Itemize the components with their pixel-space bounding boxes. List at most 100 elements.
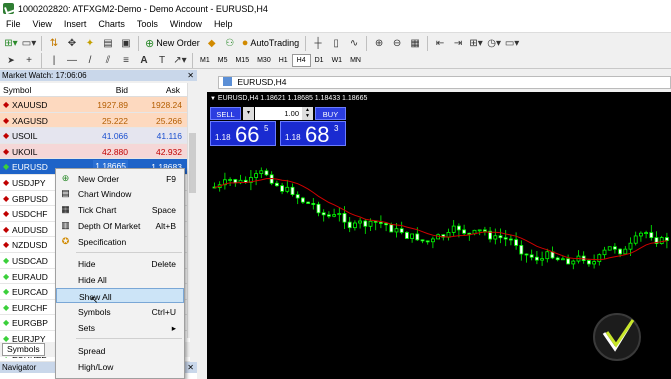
candle-body xyxy=(311,203,316,205)
column-bid[interactable]: Bid xyxy=(116,85,128,95)
menu-item-tick-chart[interactable]: ▦ Tick Chart Space xyxy=(56,202,184,217)
candle-body xyxy=(612,246,617,250)
timeframe-h4[interactable]: H4 xyxy=(291,54,311,67)
line-chart-icon[interactable]: ∿ xyxy=(346,35,362,52)
auto-scroll-icon[interactable]: ⇥ xyxy=(450,35,466,52)
candle-body xyxy=(566,258,571,265)
candlestick-icon[interactable]: ▯ xyxy=(328,35,344,52)
menu-item-chart-window[interactable]: ▤ Chart Window xyxy=(56,186,184,201)
menu-item-hide-all[interactable]: Hide All xyxy=(56,272,184,287)
trendline-icon[interactable]: / xyxy=(82,52,98,69)
tile-windows-icon[interactable]: ▦ xyxy=(407,35,423,52)
vertical-line-icon[interactable]: | xyxy=(46,52,62,69)
symbol-row-ukoil[interactable]: ◆ UKOIL 42.880 42.932 xyxy=(0,143,190,160)
menu-insert[interactable]: Insert xyxy=(58,17,93,32)
menu-item-depth-of-market[interactable]: ▥ Depth Of Market Alt+B xyxy=(56,218,184,233)
candle-body xyxy=(280,185,284,192)
checkmark-logo-icon xyxy=(593,313,641,361)
timeframe-m15[interactable]: M15 xyxy=(231,54,253,67)
menu-view[interactable]: View xyxy=(27,17,58,32)
new-order-button[interactable]: ⊕ New Order xyxy=(142,35,203,52)
volume-input[interactable]: 1.00 xyxy=(255,107,302,120)
profiles-icon[interactable]: ▭▾ xyxy=(21,35,37,52)
expert-advisors-icon[interactable]: ⚇ xyxy=(222,35,238,52)
candle-body xyxy=(368,220,373,227)
volume-dropdown-icon[interactable]: ▾ xyxy=(243,107,254,120)
market-watch-scrollbar[interactable] xyxy=(187,83,197,338)
down-triangle-icon: ◆ xyxy=(3,115,10,125)
candle-body xyxy=(659,237,664,244)
metaeditor-icon[interactable]: ◆ xyxy=(204,35,220,52)
fibonacci-icon[interactable]: ≡ xyxy=(118,52,134,69)
cursor-icon[interactable]: ➤ xyxy=(3,52,19,69)
menu-item-high-low[interactable]: High/Low xyxy=(56,359,184,374)
candle-body xyxy=(321,212,326,216)
bar-chart-icon[interactable]: ┼ xyxy=(310,35,326,52)
menu-item-spread[interactable]: Spread xyxy=(56,343,184,358)
new-chart-icon[interactable]: ⊞▾ xyxy=(3,35,19,52)
menu-item-hide[interactable]: Hide Delete xyxy=(56,256,184,271)
timeframe-m30[interactable]: M30 xyxy=(253,54,275,67)
timeframe-h1[interactable]: H1 xyxy=(275,54,292,67)
arrows-tool-icon[interactable]: ↗▾ xyxy=(172,52,188,69)
periods-icon[interactable]: ◷▾ xyxy=(486,35,502,52)
symbol-row-xagusd[interactable]: ◆ XAGUSD 25.222 25.266 xyxy=(0,112,190,129)
autotrading-label: AutoTrading xyxy=(250,38,300,48)
symbol-row-usoil[interactable]: ◆ USOIL 41.066 41.116 xyxy=(0,128,190,144)
menu-window[interactable]: Window xyxy=(164,17,208,32)
timeframe-m1[interactable]: M1 xyxy=(196,54,214,67)
sell-price-box[interactable]: 1.18 66 5 xyxy=(210,121,276,147)
menu-file[interactable]: File xyxy=(0,17,27,32)
volume-spinner-icon[interactable]: ▲ ▼ xyxy=(302,107,313,120)
autotrading-button[interactable]: ● AutoTrading xyxy=(239,35,302,52)
channel-icon[interactable]: ⫽ xyxy=(100,52,116,69)
label-tool-icon[interactable]: T xyxy=(154,52,170,69)
menu-charts[interactable]: Charts xyxy=(92,17,131,32)
chart-info-triangle-icon: ▼ xyxy=(210,96,216,102)
crosshair-icon[interactable]: + xyxy=(21,52,37,69)
zoom-out-icon[interactable]: ⊖ xyxy=(389,35,405,52)
candle-body xyxy=(451,225,456,233)
menu-tools[interactable]: Tools xyxy=(131,17,164,32)
navigator-icon[interactable]: ✦ xyxy=(82,35,98,52)
chart-window-titlebar[interactable]: EURUSD,H4 xyxy=(218,76,671,89)
menu-item-sets[interactable]: Sets ▸ xyxy=(56,320,184,335)
candle-body xyxy=(514,239,519,246)
sell-button[interactable]: SELL xyxy=(210,107,241,120)
market-watch-title: Market Watch: 17:06:06 xyxy=(2,71,87,80)
candle-body xyxy=(363,220,368,227)
timeframe-m5[interactable]: M5 xyxy=(214,54,232,67)
column-symbol[interactable]: Symbol xyxy=(3,85,31,95)
menu-item-show-all[interactable]: Show All ↖ xyxy=(56,288,184,306)
scrollbar-thumb[interactable] xyxy=(189,133,196,193)
close-icon[interactable]: ✕ xyxy=(187,362,194,373)
text-tool-icon[interactable]: A xyxy=(136,52,152,69)
templates-icon[interactable]: ▭▾ xyxy=(504,35,520,52)
chart-shift-icon[interactable]: ⇤ xyxy=(432,35,448,52)
chart-window-icon xyxy=(223,77,232,86)
buy-price-box[interactable]: 1.18 68 3 xyxy=(280,121,346,147)
timeframe-d1[interactable]: D1 xyxy=(311,54,328,67)
candle-body xyxy=(560,258,565,261)
menu-item-specification[interactable]: ✪ Specification xyxy=(56,234,184,249)
column-ask[interactable]: Ask xyxy=(166,85,180,95)
data-window-icon[interactable]: ✥ xyxy=(64,35,80,52)
symbol-name: GBPUSD xyxy=(12,193,48,204)
timeframe-w1[interactable]: W1 xyxy=(328,54,347,67)
menu-help[interactable]: Help xyxy=(208,17,239,32)
strategy-tester-icon[interactable]: ▣ xyxy=(118,35,134,52)
buy-button[interactable]: BUY xyxy=(315,107,346,120)
horizontal-line-icon[interactable]: — xyxy=(64,52,80,69)
close-icon[interactable]: ✕ xyxy=(187,70,194,81)
new-order-icon: ⊕ xyxy=(61,173,70,183)
timeframe-mn[interactable]: MN xyxy=(346,54,365,67)
terminal-icon[interactable]: ▤ xyxy=(100,35,116,52)
indicators-icon[interactable]: ⊞▾ xyxy=(468,35,484,52)
market-watch-icon[interactable]: ⇅ xyxy=(46,35,62,52)
candle-body xyxy=(508,238,513,241)
zoom-in-icon[interactable]: ⊕ xyxy=(371,35,387,52)
tab-symbols[interactable]: Symbols xyxy=(2,343,45,356)
menu-item-new-order[interactable]: ⊕ New Order F9 xyxy=(56,171,184,186)
menu-item-symbols[interactable]: Symbols Ctrl+U xyxy=(56,304,184,319)
symbol-row-xauusd[interactable]: ◆ XAUUSD 1927.89 1928.24 xyxy=(0,97,190,113)
